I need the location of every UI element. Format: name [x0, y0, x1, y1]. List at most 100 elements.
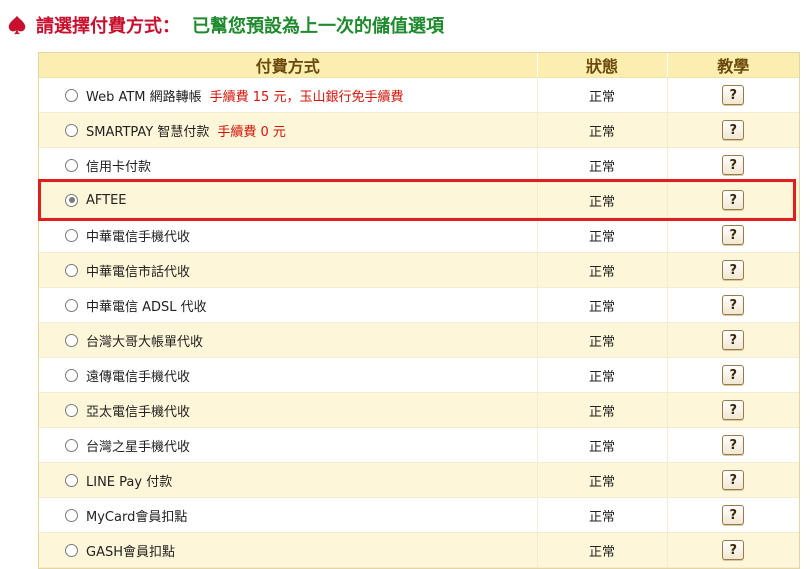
- table-row[interactable]: 中華電信 ADSL 代收 正常?: [39, 287, 799, 323]
- question-mark-icon[interactable]: ?: [722, 85, 745, 105]
- table-row[interactable]: MyCard會員扣點 正常?: [39, 497, 799, 533]
- help-cell: ?: [667, 217, 799, 253]
- status-cell: 正常: [537, 392, 668, 428]
- help-cell: ?: [667, 287, 799, 323]
- table-row[interactable]: Web ATM 網路轉帳 手續費 15 元，玉山銀行免手續費 正常?: [39, 77, 799, 113]
- table-row[interactable]: 信用卡付款 正常?: [39, 147, 799, 183]
- column-header-help: 教學: [667, 53, 799, 78]
- table-row[interactable]: 台灣大哥大帳單代收 正常?: [39, 322, 799, 358]
- radio-icon[interactable]: [65, 263, 78, 277]
- spade-icon: [8, 15, 26, 35]
- radio-icon[interactable]: [65, 123, 78, 137]
- column-header-method: 付費方式: [39, 53, 538, 78]
- status-cell: 正常: [537, 182, 668, 218]
- method-cell[interactable]: 亞太電信手機代收: [39, 392, 538, 428]
- method-name: 台灣之星手機代收: [86, 439, 191, 455]
- question-mark-icon[interactable]: ?: [722, 470, 745, 490]
- radio-icon[interactable]: [65, 438, 78, 452]
- method-cell[interactable]: 遠傳電信手機代收: [39, 357, 538, 393]
- question-mark-icon[interactable]: ?: [722, 120, 745, 140]
- radio-icon[interactable]: [65, 473, 78, 487]
- table-row[interactable]: 亞太電信手機代收 正常?: [39, 392, 799, 428]
- method-name: MyCard會員扣點: [86, 509, 188, 525]
- method-cell[interactable]: 信用卡付款: [39, 147, 538, 183]
- status-cell: 正常: [537, 532, 668, 568]
- question-mark-icon[interactable]: ?: [722, 400, 745, 420]
- method-cell[interactable]: LINE Pay 付款: [39, 462, 538, 498]
- method-name: GASH會員扣點: [86, 544, 175, 560]
- help-cell: ?: [667, 497, 799, 533]
- method-name: SMARTPAY 智慧付款: [86, 124, 210, 140]
- table-row[interactable]: 台灣之星手機代收 正常?: [39, 427, 799, 463]
- question-mark-icon[interactable]: ?: [722, 505, 745, 525]
- method-cell[interactable]: Web ATM 網路轉帳 手續費 15 元，玉山銀行免手續費: [39, 77, 538, 113]
- help-cell: ?: [667, 462, 799, 498]
- table-header-row: 付費方式 狀態 教學: [39, 53, 799, 78]
- table-row[interactable]: AFTEE 正常?: [39, 182, 799, 218]
- table-row[interactable]: 中華電信手機代收 正常?: [39, 217, 799, 253]
- status-cell: 正常: [537, 322, 668, 358]
- status-cell: 正常: [537, 462, 668, 498]
- method-name: LINE Pay 付款: [86, 474, 173, 490]
- question-mark-icon[interactable]: ?: [722, 225, 745, 245]
- radio-icon[interactable]: [65, 543, 78, 557]
- help-cell: ?: [667, 112, 799, 148]
- radio-icon[interactable]: [65, 228, 78, 242]
- question-mark-icon[interactable]: ?: [722, 155, 745, 175]
- method-name: 中華電信市話代收: [86, 264, 191, 280]
- help-cell: ?: [667, 357, 799, 393]
- method-cell[interactable]: 台灣大哥大帳單代收: [39, 322, 538, 358]
- method-name: Web ATM 網路轉帳: [86, 89, 202, 105]
- question-mark-icon[interactable]: ?: [722, 435, 745, 455]
- question-mark-icon[interactable]: ?: [722, 365, 745, 385]
- help-cell: ?: [667, 532, 799, 568]
- question-mark-icon[interactable]: ?: [722, 540, 745, 560]
- question-mark-icon[interactable]: ?: [722, 260, 745, 280]
- question-mark-icon[interactable]: ?: [722, 295, 745, 315]
- method-cell[interactable]: 台灣之星手機代收: [39, 427, 538, 463]
- help-cell: ?: [667, 427, 799, 463]
- radio-icon[interactable]: [65, 403, 78, 417]
- method-name: 亞太電信手機代收: [86, 404, 191, 420]
- method-cell[interactable]: MyCard會員扣點: [39, 497, 538, 533]
- status-cell: 正常: [537, 147, 668, 183]
- radio-icon[interactable]: [65, 88, 78, 102]
- method-name: 信用卡付款: [86, 159, 152, 175]
- status-cell: 正常: [537, 427, 668, 463]
- radio-icon[interactable]: [65, 158, 78, 172]
- radio-icon[interactable]: [65, 298, 78, 312]
- help-cell: ?: [667, 392, 799, 428]
- question-mark-icon[interactable]: ?: [722, 190, 745, 210]
- radio-icon[interactable]: [65, 333, 78, 347]
- radio-icon[interactable]: [65, 508, 78, 522]
- help-cell: ?: [667, 182, 799, 218]
- table-row[interactable]: LINE Pay 付款 正常?: [39, 462, 799, 498]
- radio-icon[interactable]: [65, 368, 78, 382]
- method-name: 中華電信 ADSL 代收: [86, 299, 207, 315]
- payment-method-table: 付費方式 狀態 教學 Web ATM 網路轉帳 手續費 15 元，玉山銀行免手續費…: [38, 52, 800, 569]
- table-row[interactable]: GASH會員扣點 正常?: [39, 532, 799, 568]
- status-cell: 正常: [537, 287, 668, 323]
- column-header-status: 狀態: [537, 53, 668, 78]
- method-cell[interactable]: 中華電信市話代收: [39, 252, 538, 288]
- default-note: 已幫您預設為上一次的儲值選項: [192, 16, 444, 37]
- table-row[interactable]: SMARTPAY 智慧付款 手續費 0 元正常?: [39, 112, 799, 148]
- method-cell[interactable]: 中華電信 ADSL 代收: [39, 287, 538, 323]
- method-cell[interactable]: 中華電信手機代收: [39, 217, 538, 253]
- method-cell[interactable]: GASH會員扣點: [39, 532, 538, 568]
- status-cell: 正常: [537, 77, 668, 113]
- status-cell: 正常: [537, 217, 668, 253]
- status-cell: 正常: [537, 252, 668, 288]
- method-name: 中華電信手機代收: [86, 229, 191, 245]
- method-cell[interactable]: SMARTPAY 智慧付款 手續費 0 元: [39, 112, 538, 148]
- fee-note: 手續費 15 元，玉山銀行免手續費: [209, 89, 404, 105]
- fee-note: 手續費 0 元: [217, 124, 286, 140]
- question-mark-icon[interactable]: ?: [722, 330, 745, 350]
- method-cell[interactable]: AFTEE: [39, 182, 538, 218]
- help-cell: ?: [667, 252, 799, 288]
- table-row[interactable]: 中華電信市話代收 正常?: [39, 252, 799, 288]
- section-header: 請選擇付費方式： 已幫您預設為上一次的儲值選項: [6, 10, 444, 40]
- radio-icon[interactable]: [65, 193, 78, 207]
- method-name: AFTEE: [86, 192, 127, 208]
- table-row[interactable]: 遠傳電信手機代收 正常?: [39, 357, 799, 393]
